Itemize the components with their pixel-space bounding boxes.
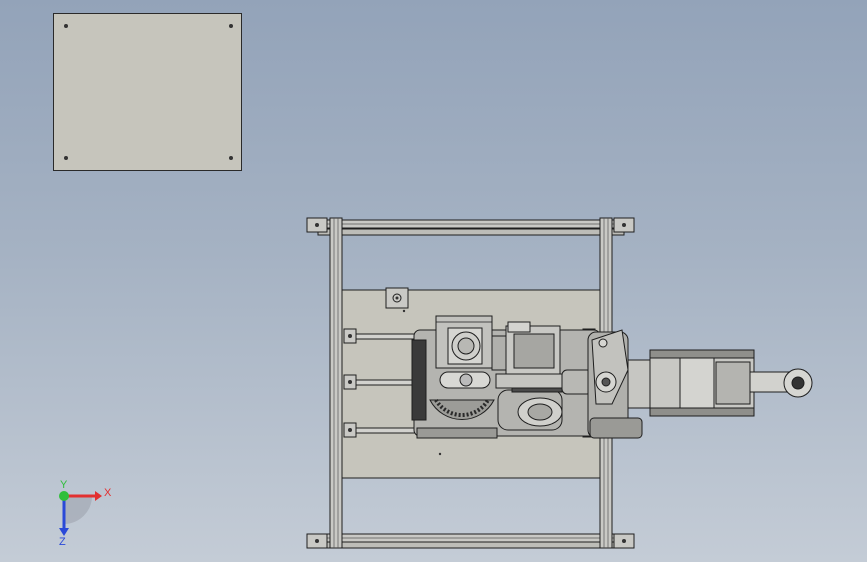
x-axis-label: X: [104, 487, 112, 499]
cad-viewport[interactable]: X Y Z: [0, 0, 867, 562]
robot-arm-assembly[interactable]: [0, 0, 867, 562]
y-axis-label: Y: [60, 479, 68, 491]
frame-top-rail: [317, 219, 625, 236]
end-effector: [749, 368, 813, 398]
cable-bracket: [385, 287, 409, 309]
gearbox: [435, 315, 493, 369]
coordinate-triad: X Y Z: [40, 480, 120, 550]
frame-left-rail: [329, 217, 343, 549]
z-axis-label: Z: [59, 536, 66, 548]
frame-bottom-rail: [317, 533, 625, 549]
forearm: [627, 349, 755, 417]
